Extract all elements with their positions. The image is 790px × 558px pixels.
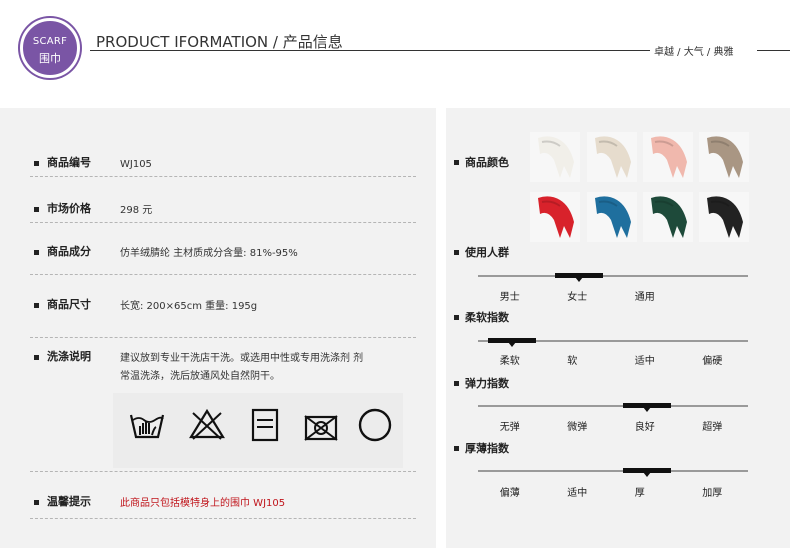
color-swatch[interactable]	[530, 132, 580, 182]
dry-clean-icon	[358, 408, 392, 442]
header-divider-right	[757, 50, 790, 51]
bullet-icon	[454, 315, 459, 320]
scale-selected-marker	[622, 468, 671, 477]
bullet-icon	[34, 250, 39, 255]
row-price: 市场价格 298 元	[30, 200, 416, 223]
scarf-image-icon	[643, 132, 693, 182]
scarf-image-icon	[530, 132, 580, 182]
value-code: WJ105	[120, 159, 152, 170]
color-swatch[interactable]	[530, 192, 580, 242]
scale-option: 适中	[567, 488, 588, 499]
scale-option: 偏硬	[702, 356, 723, 367]
scale-option: 偏薄	[499, 488, 520, 499]
bullet-icon	[454, 381, 459, 386]
hand-wash-icon	[129, 414, 165, 439]
scale-label: 柔软指数	[465, 311, 509, 324]
scale-option: 女士	[567, 292, 588, 303]
attributes-panel: 商品颜色 使用人群 男士 女士 通用 柔软指数 柔软软适中 偏硬 弹力指数 无弹 微弹 良好 超弹 厚薄…	[446, 108, 790, 548]
page-title: PRODUCT IFORMATION / 产品信息	[96, 33, 343, 51]
scale-track	[478, 470, 748, 472]
label-code: 商品编号	[47, 156, 91, 169]
scarf-image-icon	[643, 192, 693, 242]
bullet-icon	[34, 207, 39, 212]
label-tip: 温馨提示	[47, 495, 91, 508]
header: SCARF 围巾 PRODUCT IFORMATION / 产品信息 卓越 / …	[0, 0, 790, 100]
color-swatch[interactable]	[643, 132, 693, 182]
scale-option: 厚	[634, 488, 645, 499]
value-price: 298 元	[120, 205, 153, 216]
value-size: 长宽: 200×65cm 重量: 195g	[120, 301, 258, 312]
row-material: 商品成分 仿羊绒腈纶 主材质成分含量: 81%-95%	[30, 243, 416, 275]
bullet-icon	[454, 250, 459, 255]
scale-option: 软	[567, 356, 578, 367]
scale-option: 良好	[634, 422, 655, 433]
panel-separator	[436, 108, 446, 548]
color-swatch[interactable]	[587, 132, 637, 182]
line-dry-icon	[251, 408, 279, 442]
row-size: 商品尺寸 长宽: 200×65cm 重量: 195g	[30, 296, 416, 338]
scarf-image-icon	[699, 132, 749, 182]
value-wash-line1: 建议放到专业干洗店干洗。或选用中性或专用洗涤剂 剂	[120, 353, 364, 364]
bullet-icon	[454, 446, 459, 451]
bullet-icon	[34, 355, 39, 360]
scale-option: 男士	[499, 292, 520, 303]
label-price: 市场价格	[47, 202, 91, 215]
row-product-code: 商品编号 WJ105	[30, 154, 416, 177]
badge-en: SCARF	[32, 36, 68, 47]
scale-track	[478, 405, 748, 407]
scale-option: 无弹	[499, 422, 520, 433]
scale-label: 弹力指数	[465, 377, 509, 390]
row-tip: 温馨提示 此商品只包括模特身上的围巾 WJ105	[30, 493, 416, 519]
color-swatch[interactable]	[699, 132, 749, 182]
bullet-icon	[34, 303, 39, 308]
tagline: 卓越 / 大气 / 典雅	[654, 47, 734, 58]
bullet-icon	[454, 160, 459, 165]
scale-option: 柔软	[499, 356, 520, 367]
color-swatch[interactable]	[587, 192, 637, 242]
value-material: 仿羊绒腈纶 主材质成分含量: 81%-95%	[120, 248, 298, 259]
scale-option: 通用	[634, 292, 655, 303]
scale-option: 适中	[634, 356, 655, 367]
care-icons-box	[113, 393, 403, 468]
badge-cn: 围巾	[39, 52, 61, 65]
label-material: 商品成分	[47, 245, 91, 258]
colors-label: 商品颜色	[465, 156, 509, 169]
label-wash: 洗涤说明	[47, 350, 91, 363]
no-bleach-icon	[189, 408, 225, 440]
scarf-badge-logo: SCARF 围巾	[20, 18, 80, 78]
product-info-panel: 商品编号 WJ105 市场价格 298 元 商品成分 仿羊绒腈纶 主材质成分含量…	[0, 108, 436, 548]
scarf-image-icon	[530, 192, 580, 242]
scale-selected-marker	[622, 403, 671, 412]
value-wash-line2: 常温洗涤，洗后放通风处自然阴干。	[120, 371, 280, 382]
scale-selected-marker	[487, 338, 536, 347]
scale-track	[478, 275, 748, 277]
color-swatch[interactable]	[699, 192, 749, 242]
color-swatch[interactable]	[643, 192, 693, 242]
value-tip: 此商品只包括模特身上的围巾 WJ105	[120, 498, 286, 509]
scarf-image-icon	[587, 132, 637, 182]
scale-label: 厚薄指数	[465, 442, 509, 455]
scale-label: 使用人群	[465, 246, 509, 259]
header-divider	[90, 50, 650, 51]
bullet-icon	[34, 161, 39, 166]
scarf-image-icon	[699, 192, 749, 242]
label-size: 商品尺寸	[47, 298, 91, 311]
scarf-image-icon	[587, 192, 637, 242]
scale-option: 超弹	[702, 422, 723, 433]
no-tumble-dry-icon	[304, 415, 338, 441]
bullet-icon	[34, 500, 39, 505]
scale-option: 微弹	[567, 422, 588, 433]
scale-selected-marker	[555, 273, 604, 282]
scale-option: 加厚	[702, 488, 723, 499]
